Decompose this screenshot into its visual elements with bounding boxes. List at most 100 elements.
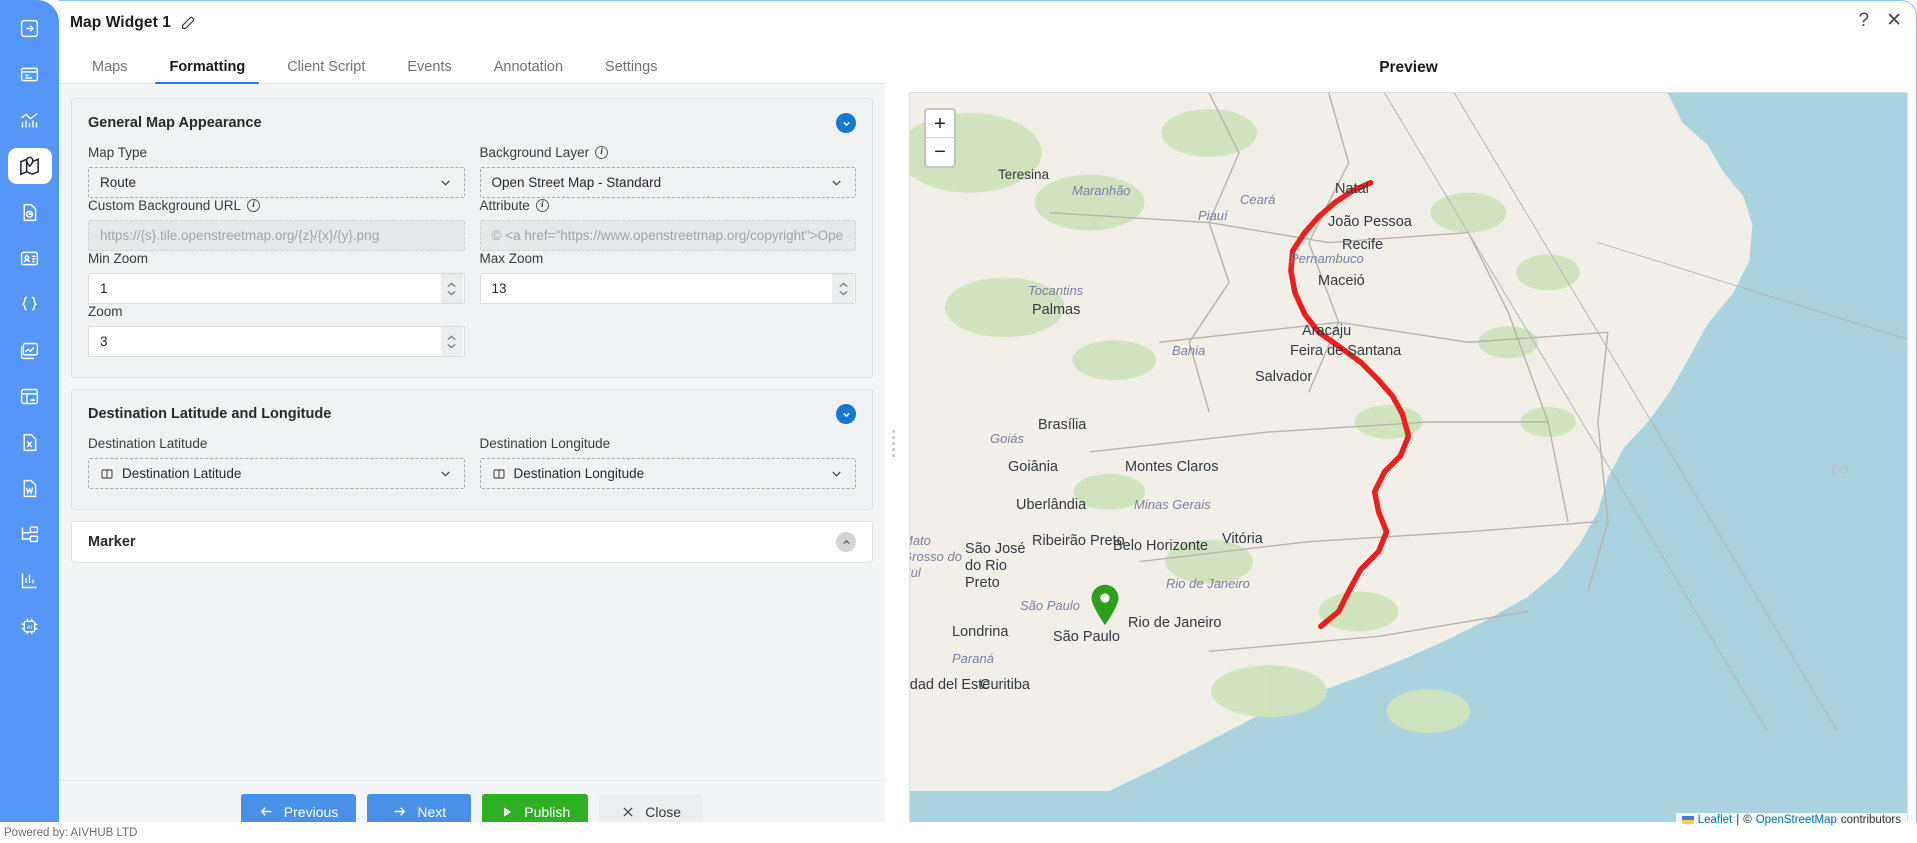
attribute-input[interactable]: © <a href="https://www.openstreetmap.org… — [479, 220, 856, 251]
custom-background-url-input[interactable]: https://{s}.tile.openstreetmap.org/{z}/{… — [88, 220, 465, 251]
sidebar-item-map-pin[interactable] — [7, 148, 52, 184]
tab-settings[interactable]: Settings — [584, 59, 678, 83]
leaflet-link[interactable]: Leaflet — [1698, 814, 1733, 826]
sidebar-item-word-file[interactable] — [8, 470, 52, 506]
chevron-down-icon — [832, 471, 841, 477]
close-icon[interactable]: ✕ — [1886, 11, 1902, 30]
chevron-down-icon — [440, 471, 450, 477]
destination-latitude-select[interactable]: Destination Latitude — [88, 458, 465, 489]
chevron-down-icon — [440, 180, 450, 186]
settings-pane: Maps Formatting Client Script Events Ann… — [59, 44, 885, 842]
sidebar-item-chart-analytics[interactable] — [8, 102, 52, 138]
zoom-out-button[interactable]: − — [926, 138, 954, 166]
sidebar-item-dashboard-layout[interactable] — [8, 378, 52, 414]
sidebar-item-card-list[interactable] — [8, 56, 52, 92]
field-label: Max Zoom — [480, 251, 857, 266]
section-marker[interactable]: Marker — [71, 521, 873, 563]
tab-events[interactable]: Events — [386, 59, 472, 83]
sidebar-item-folder-tree[interactable] — [8, 516, 52, 552]
tab-formatting[interactable]: Formatting — [148, 59, 266, 84]
field-background-layer: Background Layer i Open Street Map - Sta… — [479, 145, 856, 198]
sidebar-item-arrow-right-box[interactable] — [8, 10, 52, 46]
sidebar-item-contact-card[interactable] — [8, 240, 52, 276]
label-text: Map Type — [88, 145, 148, 160]
separator: | — [1736, 814, 1740, 826]
section-collapse-toggle-general[interactable] — [836, 113, 856, 133]
sidebar-item-ai-chip[interactable]: AI — [8, 608, 52, 644]
pencil-edit-icon[interactable] — [179, 14, 197, 32]
label-text: Max Zoom — [479, 251, 544, 266]
ai-chip-icon: AI — [21, 618, 38, 634]
zoom-stepper[interactable] — [88, 326, 465, 357]
pane-splitter[interactable] — [885, 44, 901, 842]
app-sidebar: AI — [0, 0, 59, 843]
button-label: Next — [417, 803, 447, 820]
word-file-icon — [23, 479, 37, 497]
button-label: Previous — [283, 803, 339, 820]
info-icon[interactable]: i — [247, 199, 261, 212]
folder-tree-icon — [21, 525, 39, 542]
info-icon[interactable]: i — [595, 146, 609, 159]
label-text: Destination Latitude — [88, 436, 208, 451]
arrow-right-icon — [394, 807, 406, 816]
tab-maps[interactable]: Maps — [71, 59, 148, 83]
widget-editor-dialog: Map Widget 1 ? ✕ Maps Formatting Client … — [59, 0, 1917, 843]
info-icon[interactable]: i — [535, 199, 549, 212]
section-general-map-appearance: General Map Appearance Map Type Route Ba… — [71, 98, 873, 378]
section-body: Destination Latitude Destination Latitud… — [72, 430, 872, 509]
destination-longitude-select[interactable]: Destination Longitude — [479, 458, 856, 489]
max-zoom-spinner[interactable] — [832, 274, 854, 303]
field-label: Destination Longitude — [480, 436, 857, 451]
play-icon — [504, 806, 512, 817]
field-label: Custom Background URL i — [88, 198, 465, 213]
openstreetmap-link[interactable]: OpenStreetMap — [1756, 814, 1837, 826]
document-pie-icon — [23, 203, 37, 221]
copyright-symbol: © — [1743, 814, 1752, 826]
settings-scroll-area[interactable]: General Map Appearance Map Type Route Ba… — [59, 84, 885, 780]
min-zoom-stepper[interactable] — [88, 273, 465, 304]
max-zoom-stepper[interactable] — [479, 273, 856, 304]
sidebar-item-bar-chart[interactable] — [8, 562, 52, 598]
field-zoom: Zoom — [88, 304, 465, 357]
excel-file-icon — [23, 433, 37, 451]
field-label: Attribute i — [480, 198, 857, 213]
help-button[interactable]: ? — [1859, 11, 1870, 30]
preview-pane: Preview Teresina Natal João Pessoa Recif… — [901, 44, 1916, 842]
tab-annotation[interactable]: Annotation — [473, 59, 584, 83]
arrow-left-icon — [260, 807, 272, 816]
tab-client-script[interactable]: Client Script — [266, 59, 386, 83]
min-zoom-input[interactable] — [100, 274, 441, 303]
section-collapse-toggle-marker[interactable] — [836, 532, 856, 552]
max-zoom-input[interactable] — [491, 274, 832, 303]
dashboard-layout-icon — [20, 388, 39, 404]
page-title: Map Widget 1 — [70, 13, 171, 31]
contributors-text: contributors — [1840, 814, 1901, 826]
label-text: Background Layer — [479, 145, 590, 160]
section-header: General Map Appearance — [72, 99, 872, 139]
destination-marker-icon[interactable] — [1090, 584, 1120, 626]
field-destination-latitude: Destination Latitude Destination Latitud… — [88, 436, 465, 489]
sidebar-item-document-pie[interactable] — [8, 194, 52, 230]
section-collapse-toggle-destination[interactable] — [836, 404, 856, 424]
field-attribute: Attribute i © <a href="https://www.opens… — [479, 198, 857, 251]
selected-value: Destination Latitude — [122, 466, 242, 481]
field-max-zoom: Max Zoom — [479, 251, 857, 304]
zoom-spinner[interactable] — [440, 327, 463, 356]
image-chart-icon — [20, 342, 39, 359]
sidebar-item-image-chart[interactable] — [8, 332, 52, 368]
background-layer-select[interactable]: Open Street Map - Standard — [479, 167, 856, 198]
chevron-down-icon — [832, 180, 841, 186]
zoom-input[interactable] — [100, 327, 441, 356]
columns-field-icon — [101, 468, 113, 479]
section-title: Marker — [88, 534, 136, 550]
field-custom-background-url: Custom Background URL i https://{s}.tile… — [88, 198, 465, 251]
min-zoom-spinner[interactable] — [440, 274, 463, 303]
sidebar-item-code-braces[interactable] — [8, 286, 52, 322]
label-text: Min Zoom — [88, 251, 149, 266]
map-type-select[interactable]: Route — [88, 167, 465, 198]
zoom-in-button[interactable]: + — [926, 110, 954, 138]
sidebar-item-excel-file[interactable] — [8, 424, 52, 460]
map-preview[interactable]: Teresina Natal João Pessoa Recife Maceió… — [909, 92, 1908, 828]
ukraine-flag-icon — [1681, 816, 1694, 824]
